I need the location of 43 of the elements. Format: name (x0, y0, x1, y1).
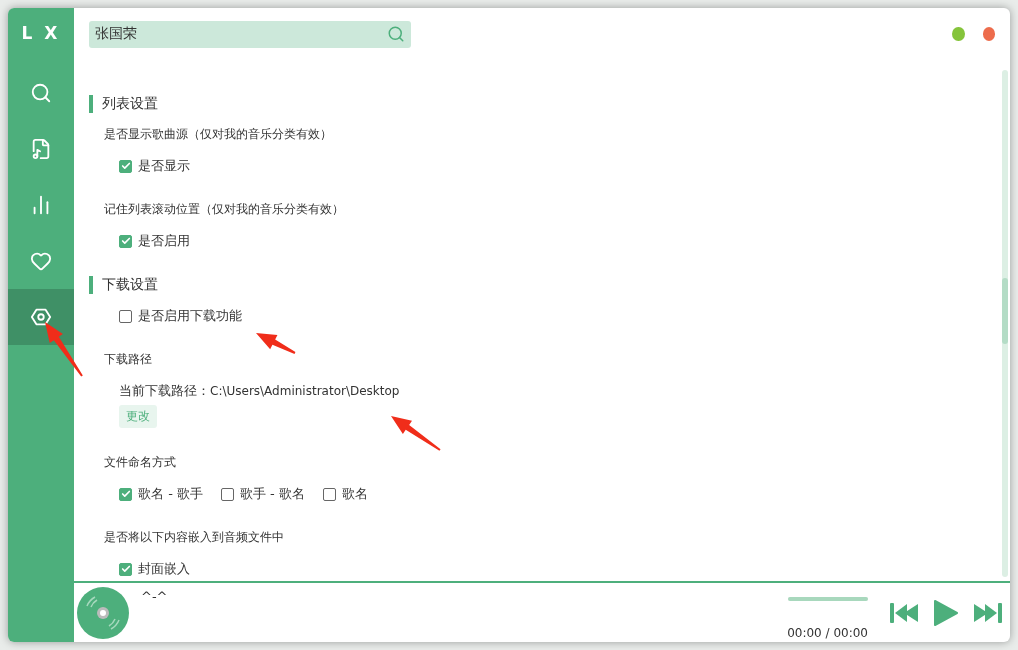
checkbox[interactable] (119, 159, 132, 173)
search-icon[interactable] (387, 24, 405, 43)
checkbox[interactable] (119, 562, 132, 576)
setting-label: 下载路径 (104, 351, 152, 368)
close-button[interactable] (982, 27, 995, 41)
section-title: 下载设置 (102, 276, 158, 294)
settings-icon (30, 306, 52, 328)
checkbox[interactable] (119, 487, 132, 501)
disc-icon (77, 586, 129, 639)
checkbox[interactable] (119, 309, 132, 323)
scrollbar[interactable] (1002, 70, 1008, 577)
music-file-icon (30, 138, 52, 160)
checkbox[interactable] (119, 234, 132, 248)
checkbox-option[interactable]: 是否启用下载功能 (119, 307, 242, 325)
checkbox-option[interactable]: 歌名 - 歌手 (119, 485, 203, 503)
previous-icon[interactable] (890, 602, 918, 623)
checkbox-option[interactable]: 封面嵌入 (119, 560, 190, 578)
checkbox[interactable] (322, 487, 336, 501)
app-logo: L X (21, 23, 61, 43)
minimize-button[interactable] (952, 27, 965, 41)
checkbox-option[interactable]: 是否显示 (119, 157, 190, 175)
setting-label: 是否显示歌曲源（仅对我的音乐分类有效） (104, 126, 332, 143)
next-icon[interactable] (974, 602, 1002, 623)
search-icon (30, 82, 52, 104)
annotation-arrow (391, 416, 441, 451)
annotation-arrow (45, 322, 83, 377)
checkbox-option[interactable]: 歌手 - 歌名 (220, 485, 305, 503)
download-path-text: 当前下载路径：C:\Users\Administrator\Desktop (119, 382, 400, 400)
search-field[interactable]: 张国荣 (89, 20, 411, 48)
play-icon[interactable] (934, 599, 958, 626)
heart-icon (30, 250, 52, 272)
checkbox-option[interactable]: 歌名 (322, 485, 368, 503)
sidebar-item[interactable] (8, 289, 74, 345)
setting-label: 记住列表滚动位置（仅对我的音乐分类有效） (104, 201, 344, 218)
song-title: ^-^ (141, 588, 168, 604)
annotation-arrow (256, 333, 296, 354)
setting-label: 是否将以下内容嵌入到音频文件中 (104, 529, 284, 546)
section-title: 列表设置 (102, 95, 158, 113)
checkbox-option[interactable]: 是否启用 (119, 232, 190, 250)
setting-label: 文件命名方式 (104, 454, 176, 471)
play-time: 00:00 / 00:00 (787, 625, 868, 640)
checkbox[interactable] (220, 487, 234, 501)
volume-slider[interactable] (788, 596, 868, 601)
